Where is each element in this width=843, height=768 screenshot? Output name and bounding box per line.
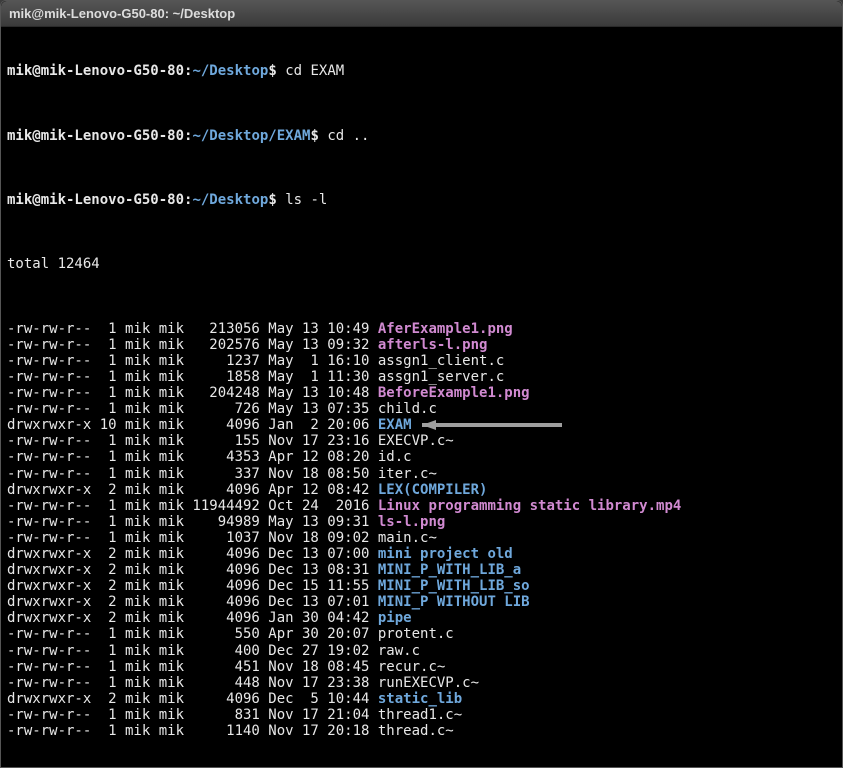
ls-row: -rw-rw-r-- 1 mik mik 94989 May 13 09:31 … bbox=[7, 514, 836, 530]
window-title: mik@mik-Lenovo-G50-80: ~/Desktop bbox=[9, 6, 235, 21]
ls-row: -rw-rw-r-- 1 mik mik 1237 May 1 16:10 as… bbox=[7, 353, 836, 369]
filename: child.c bbox=[378, 401, 437, 417]
filename: BeforeExample1.png bbox=[378, 385, 530, 401]
ls-row: drwxrwxr-x 10 mik mik 4096 Jan 2 20:06 E… bbox=[7, 417, 836, 433]
filename: pipe bbox=[378, 610, 412, 626]
filename: ls-l.png bbox=[378, 514, 445, 530]
filename: MINI_P WITHOUT LIB bbox=[378, 594, 530, 610]
prompt-user: mik@mik-Lenovo-G50-80 bbox=[7, 63, 184, 79]
ls-row: -rw-rw-r-- 1 mik mik 204248 May 13 10:48… bbox=[7, 385, 836, 401]
annotation-arrow-icon bbox=[422, 420, 572, 430]
ls-row: -rw-rw-r-- 1 mik mik 4353 Apr 12 08:20 i… bbox=[7, 449, 836, 465]
filename: thread.c~ bbox=[378, 723, 454, 739]
filename: protent.c bbox=[378, 626, 454, 642]
ls-row: -rw-rw-r-- 1 mik mik 337 Nov 18 08:50 it… bbox=[7, 466, 836, 482]
filename: EXAM bbox=[378, 417, 412, 433]
ls-row: -rw-rw-r-- 1 mik mik 448 Nov 17 23:38 ru… bbox=[7, 675, 836, 691]
filename: main.c~ bbox=[378, 530, 437, 546]
terminal-body[interactable]: mik@mik-Lenovo-G50-80:~/Desktop$ cd EXAM… bbox=[1, 27, 842, 768]
filename: MINI_P_WITH_LIB_so bbox=[378, 578, 530, 594]
ls-row: -rw-rw-r-- 1 mik mik 400 Dec 27 19:02 ra… bbox=[7, 643, 836, 659]
ls-row: -rw-rw-r-- 1 mik mik 202576 May 13 09:32… bbox=[7, 337, 836, 353]
filename: recur.c~ bbox=[378, 659, 445, 675]
ls-row: drwxrwxr-x 2 mik mik 4096 Dec 13 07:01 M… bbox=[7, 594, 836, 610]
command-text: cd EXAM bbox=[285, 63, 344, 79]
prompt-line: mik@mik-Lenovo-G50-80:~/Desktop$ cd EXAM bbox=[7, 63, 836, 79]
ls-row: -rw-rw-r-- 1 mik mik 550 Apr 30 20:07 pr… bbox=[7, 626, 836, 642]
ls-row: -rw-rw-r-- 1 mik mik 155 Nov 17 23:16 EX… bbox=[7, 433, 836, 449]
filename: iter.c~ bbox=[378, 466, 437, 482]
prompt-line: mik@mik-Lenovo-G50-80:~/Desktop/EXAM$ cd… bbox=[7, 128, 836, 144]
filename: Linux programming static library.mp4 bbox=[378, 498, 681, 514]
filename: AferExample1.png bbox=[378, 321, 513, 337]
ls-output: -rw-rw-r-- 1 mik mik 213056 May 13 10:49… bbox=[7, 321, 836, 739]
ls-row: drwxrwxr-x 2 mik mik 4096 Dec 15 11:55 M… bbox=[7, 578, 836, 594]
filename: raw.c bbox=[378, 643, 420, 659]
filename: MINI_P_WITH_LIB_a bbox=[378, 562, 521, 578]
ls-row: -rw-rw-r-- 1 mik mik 1858 May 1 11:30 as… bbox=[7, 369, 836, 385]
filename: EXECVP.c~ bbox=[378, 433, 454, 449]
filename: static_lib bbox=[378, 691, 462, 707]
ls-row: -rw-rw-r-- 1 mik mik 1037 Nov 18 09:02 m… bbox=[7, 530, 836, 546]
ls-row: drwxrwxr-x 2 mik mik 4096 Dec 13 07:00 m… bbox=[7, 546, 836, 562]
filename: mini project old bbox=[378, 546, 513, 562]
filename: assgn1_server.c bbox=[378, 369, 504, 385]
ls-row: drwxrwxr-x 2 mik mik 4096 Dec 5 10:44 st… bbox=[7, 691, 836, 707]
window-titlebar[interactable]: mik@mik-Lenovo-G50-80: ~/Desktop bbox=[1, 1, 842, 27]
ls-row: drwxrwxr-x 2 mik mik 4096 Jan 30 04:42 p… bbox=[7, 610, 836, 626]
filename: thread1.c~ bbox=[378, 707, 462, 723]
ls-row: -rw-rw-r-- 1 mik mik 213056 May 13 10:49… bbox=[7, 321, 836, 337]
total-line: total 12464 bbox=[7, 256, 836, 272]
filename: LEX(COMPILER) bbox=[378, 482, 488, 498]
ls-row: -rw-rw-r-- 1 mik mik 451 Nov 18 08:45 re… bbox=[7, 659, 836, 675]
ls-row: drwxrwxr-x 2 mik mik 4096 Dec 13 08:31 M… bbox=[7, 562, 836, 578]
filename: assgn1_client.c bbox=[378, 353, 504, 369]
ls-row: drwxrwxr-x 2 mik mik 4096 Apr 12 08:42 L… bbox=[7, 482, 836, 498]
prompt-path: ~/Desktop bbox=[192, 63, 268, 79]
filename: runEXECVP.c~ bbox=[378, 675, 479, 691]
ls-row: -rw-rw-r-- 1 mik mik 11944492 Oct 24 201… bbox=[7, 498, 836, 514]
prompt-line: mik@mik-Lenovo-G50-80:~/Desktop$ ls -l bbox=[7, 192, 836, 208]
filename: afterls-l.png bbox=[378, 337, 488, 353]
filename: id.c bbox=[378, 449, 412, 465]
ls-row: -rw-rw-r-- 1 mik mik 726 May 13 07:35 ch… bbox=[7, 401, 836, 417]
ls-row: -rw-rw-r-- 1 mik mik 1140 Nov 17 20:18 t… bbox=[7, 723, 836, 739]
terminal-window: mik@mik-Lenovo-G50-80: ~/Desktop mik@mik… bbox=[0, 0, 843, 768]
ls-row: -rw-rw-r-- 1 mik mik 831 Nov 17 21:04 th… bbox=[7, 707, 836, 723]
